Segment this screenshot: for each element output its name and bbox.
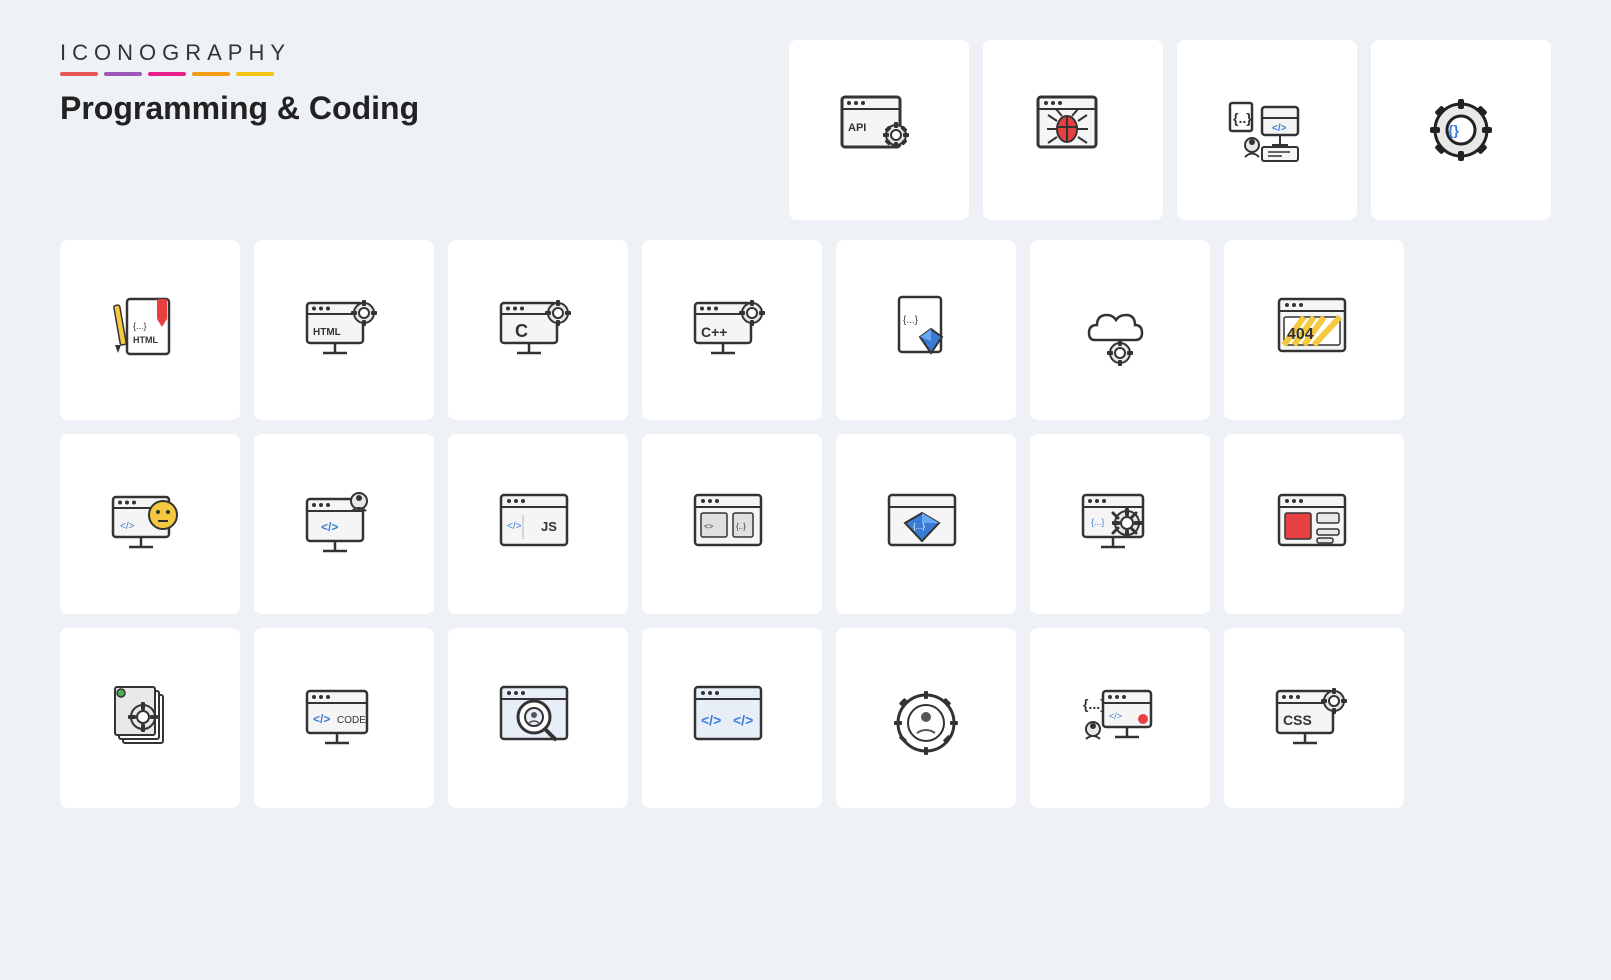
top-icons-row: API: [789, 40, 1551, 220]
brand-line-2: [104, 72, 142, 76]
svg-text:{...}: {...}: [903, 315, 919, 326]
icons-container: {...} HTML HTML: [60, 240, 1551, 808]
svg-text:</>: </>: [507, 521, 522, 532]
svg-text:{...}: {...}: [913, 522, 925, 531]
icon-cloud-settings[interactable]: [1030, 240, 1210, 420]
brand-name: ICONOGRAPHY: [60, 40, 419, 66]
brand-line-5: [236, 72, 274, 76]
brand-line-3: [148, 72, 186, 76]
svg-text:{...}: {...}: [1091, 517, 1105, 527]
icon-row-1: {...} HTML HTML: [60, 240, 1551, 420]
brand-line-4: [192, 72, 230, 76]
svg-text:{..}: {..}: [736, 522, 746, 531]
svg-text:CODE: CODE: [337, 715, 366, 726]
svg-text:{..}: {..}: [1233, 110, 1252, 126]
icon-diamond-code[interactable]: {...}: [836, 434, 1016, 614]
svg-text:</>: </>: [701, 712, 721, 728]
icon-dual-code[interactable]: </> </>: [642, 628, 822, 808]
icon-js-browser[interactable]: </> JS: [448, 434, 628, 614]
icon-row-2: </> </>: [60, 434, 1551, 614]
icon-browser-layout[interactable]: [1224, 434, 1404, 614]
svg-text:404: 404: [1287, 326, 1314, 343]
icon-404-error[interactable]: 404: [1224, 240, 1404, 420]
icon-gear-code[interactable]: {}: [1371, 40, 1551, 220]
page-title: Programming & Coding: [60, 90, 419, 127]
page-header: ICONOGRAPHY Programming & Coding API: [60, 40, 1551, 220]
svg-text:API: API: [848, 122, 866, 134]
svg-text:</>: </>: [1272, 123, 1287, 134]
icon-api-settings[interactable]: API: [789, 40, 969, 220]
icon-html-settings[interactable]: HTML: [254, 240, 434, 420]
svg-text:</>: </>: [313, 712, 330, 726]
icon-developer[interactable]: </>: [254, 434, 434, 614]
icon-code-emoji[interactable]: </>: [60, 434, 240, 614]
svg-text:{...}: {...}: [133, 321, 147, 331]
svg-text:C: C: [515, 321, 528, 341]
icon-css-settings[interactable]: CSS: [1224, 628, 1404, 808]
svg-text:</>: </>: [321, 520, 338, 534]
svg-text:JS: JS: [541, 519, 557, 534]
icon-row-3: </> CODE: [60, 628, 1551, 808]
icon-developer-gear[interactable]: [836, 628, 1016, 808]
icon-html-file[interactable]: {...} HTML: [60, 240, 240, 420]
icon-code-teach[interactable]: {...} </>: [1030, 628, 1210, 808]
icon-code-review[interactable]: {..} </>: [1177, 40, 1357, 220]
svg-text:<>: <>: [704, 522, 714, 531]
svg-text:C++: C++: [701, 324, 727, 340]
icon-search-browser[interactable]: [448, 628, 628, 808]
icon-code-monitor[interactable]: </> CODE: [254, 628, 434, 808]
svg-text:CSS: CSS: [1283, 712, 1312, 728]
icon-code-blocks[interactable]: <> {..}: [642, 434, 822, 614]
icon-cpp-settings[interactable]: C++: [642, 240, 822, 420]
brand-lines: [60, 72, 419, 76]
icon-ruby-file[interactable]: {...}: [836, 240, 1016, 420]
svg-text:HTML: HTML: [313, 327, 341, 338]
icon-bug-browser[interactable]: [983, 40, 1163, 220]
icon-gear-monitor[interactable]: {...}: [1030, 434, 1210, 614]
svg-text:</>: </>: [120, 521, 135, 532]
brand-line-1: [60, 72, 98, 76]
brand-section: ICONOGRAPHY Programming & Coding: [60, 40, 419, 127]
svg-text:</>: </>: [733, 712, 753, 728]
svg-text:HTML: HTML: [133, 335, 158, 345]
icon-file-settings[interactable]: [60, 628, 240, 808]
svg-text:</>: </>: [1109, 711, 1122, 721]
svg-text:{}: {}: [1448, 122, 1459, 138]
icon-c-settings[interactable]: C: [448, 240, 628, 420]
